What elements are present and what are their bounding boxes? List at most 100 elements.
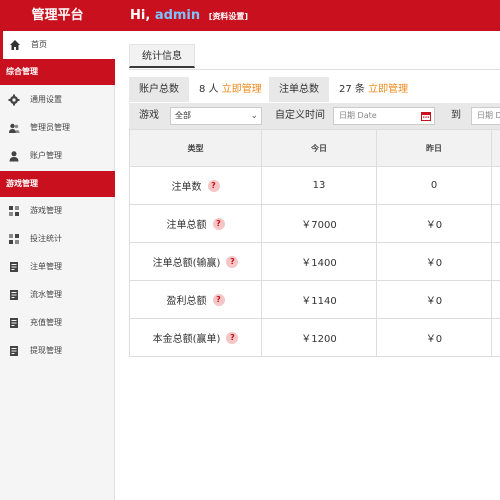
- profile-settings-link[interactable]: [资料设置]: [209, 12, 248, 21]
- users-icon: [8, 122, 20, 134]
- game-select-value: 全部: [175, 111, 191, 120]
- document-icon: [8, 289, 20, 301]
- row-type-cell: 注单总额 ?: [129, 205, 261, 242]
- stats-summary: 账户总数 8 人 立即管理 注单总数 27 条 立即管理: [129, 77, 500, 102]
- document-icon: [8, 345, 20, 357]
- row-extra-cell: [491, 205, 500, 242]
- row-type-cell: 盈利总额 ?: [129, 281, 261, 318]
- filter-bar: 游戏 全部 ⌄ 自定义时间 日期 Date 到 日期 Date: [129, 103, 500, 129]
- table-row: 盈利总额 ? ￥1140 ￥0: [129, 281, 500, 319]
- table-row: 注单总额 ? ￥7000 ￥0: [129, 205, 500, 243]
- document-icon: [8, 317, 20, 329]
- accounts-total-count: 8 人: [199, 84, 219, 95]
- to-label: 到: [451, 110, 461, 121]
- sidebar-item-account-management[interactable]: 账户管理: [0, 142, 115, 170]
- accounts-total-label: 账户总数: [129, 77, 189, 102]
- table-row: 注单数 ? 13 0: [129, 167, 500, 205]
- manage-orders-link[interactable]: 立即管理: [368, 84, 408, 95]
- row-type-label: 注单数: [171, 182, 202, 193]
- column-header-type: 类型: [129, 130, 261, 166]
- sidebar: 首页 综合管理 通用设置 管理员管理 账户管理 游戏管理 游戏管理 投注统计 注…: [0, 31, 115, 500]
- row-yesterday-value: ￥0: [376, 281, 491, 318]
- help-icon[interactable]: ?: [226, 255, 239, 268]
- start-date-placeholder: 日期 Date: [339, 111, 377, 120]
- end-date-placeholder: 日期 Date: [477, 111, 500, 120]
- help-icon[interactable]: ?: [207, 179, 220, 192]
- row-yesterday-value: ￥0: [376, 243, 491, 280]
- row-today-value: ￥1400: [261, 243, 376, 280]
- help-icon[interactable]: ?: [212, 217, 225, 230]
- help-icon[interactable]: ?: [226, 331, 239, 344]
- row-extra-cell: [491, 167, 500, 204]
- game-filter-label: 游戏: [139, 110, 159, 121]
- row-today-value: 13: [261, 167, 376, 204]
- sidebar-item-label: 首页: [31, 40, 47, 49]
- table-row: 注单总额(输赢) ? ￥1400 ￥0: [129, 243, 500, 281]
- sidebar-item-withdraw-management[interactable]: 提现管理: [0, 337, 115, 365]
- accounts-total-value: 8 人 立即管理: [199, 77, 262, 102]
- brand-title: 管理平台: [31, 8, 84, 23]
- sidebar-group-general[interactable]: 综合管理: [0, 59, 115, 85]
- start-date-input[interactable]: 日期 Date: [333, 107, 435, 125]
- sidebar-item-bet-statistics[interactable]: 投注统计: [0, 225, 115, 253]
- grid-icon: [8, 205, 20, 217]
- document-icon: [8, 261, 20, 273]
- row-type-label: 盈利总额: [166, 296, 207, 307]
- sidebar-item-admin-management[interactable]: 管理员管理: [0, 114, 115, 142]
- sidebar-item-label: 注单管理: [30, 262, 62, 271]
- sidebar-item-label: 投注统计: [30, 234, 62, 243]
- row-today-value: ￥7000: [261, 205, 376, 242]
- help-icon[interactable]: ?: [212, 293, 225, 306]
- column-header-extra: [491, 130, 500, 166]
- sidebar-item-label: 账户管理: [30, 151, 62, 160]
- column-header-yesterday: 昨日: [376, 130, 491, 166]
- home-icon: [9, 39, 21, 51]
- sidebar-item-label: 充值管理: [30, 318, 62, 327]
- game-select[interactable]: 全部 ⌄: [170, 107, 262, 125]
- orders-total-label: 注单总数: [269, 77, 329, 102]
- calendar-icon[interactable]: [421, 111, 431, 121]
- sidebar-item-flow-management[interactable]: 流水管理: [0, 281, 115, 309]
- username-link[interactable]: admin: [155, 8, 200, 23]
- row-extra-cell: [491, 319, 500, 356]
- row-today-value: ￥1200: [261, 319, 376, 356]
- statistics-table: 类型 今日 昨日 注单数 ? 13 0 注单总额 ? ￥7000 ￥0 注单总额…: [129, 129, 500, 357]
- row-type-cell: 注单总额(输赢) ?: [129, 243, 261, 280]
- sidebar-item-label: 通用设置: [30, 95, 62, 104]
- gear-icon: [8, 94, 20, 106]
- manage-accounts-link[interactable]: 立即管理: [222, 84, 262, 95]
- sidebar-item-general-settings[interactable]: 通用设置: [0, 86, 115, 114]
- sidebar-item-game-management[interactable]: 游戏管理: [0, 197, 115, 225]
- greeting-text: Hi,: [130, 8, 151, 23]
- tab-divider: [129, 69, 500, 70]
- tab-statistics[interactable]: 统计信息: [129, 44, 195, 68]
- row-type-cell: 本金总额(赢单) ?: [129, 319, 261, 356]
- sidebar-item-order-management[interactable]: 注单管理: [0, 253, 115, 281]
- orders-total-count: 27 条: [339, 84, 365, 95]
- sidebar-group-games[interactable]: 游戏管理: [0, 171, 115, 197]
- row-yesterday-value: 0: [376, 167, 491, 204]
- greeting: Hi, admin [资料设置]: [130, 0, 248, 31]
- row-extra-cell: [491, 243, 500, 280]
- sidebar-item-label: 流水管理: [30, 290, 62, 299]
- sidebar-item-label: 游戏管理: [30, 206, 62, 215]
- row-type-cell: 注单数 ?: [129, 167, 261, 204]
- row-today-value: ￥1140: [261, 281, 376, 318]
- row-yesterday-value: ￥0: [376, 319, 491, 356]
- table-header-row: 类型 今日 昨日: [129, 130, 500, 167]
- column-header-today: 今日: [261, 130, 376, 166]
- table-row: 本金总额(赢单) ? ￥1200 ￥0: [129, 319, 500, 357]
- grid-icon: [8, 233, 20, 245]
- sidebar-item-label: 提现管理: [30, 346, 62, 355]
- end-date-input[interactable]: 日期 Date: [471, 107, 500, 125]
- row-extra-cell: [491, 281, 500, 318]
- row-type-label: 注单总额(输赢): [152, 258, 221, 269]
- row-type-label: 注单总额: [166, 220, 207, 231]
- row-yesterday-value: ￥0: [376, 205, 491, 242]
- sidebar-item-recharge-management[interactable]: 充值管理: [0, 309, 115, 337]
- top-bar: 管理平台 Hi, admin [资料设置]: [0, 0, 500, 31]
- sidebar-item-home[interactable]: 首页: [0, 31, 115, 59]
- orders-total-value: 27 条 立即管理: [339, 77, 408, 102]
- user-icon: [8, 150, 20, 162]
- custom-time-label: 自定义时间: [275, 110, 325, 121]
